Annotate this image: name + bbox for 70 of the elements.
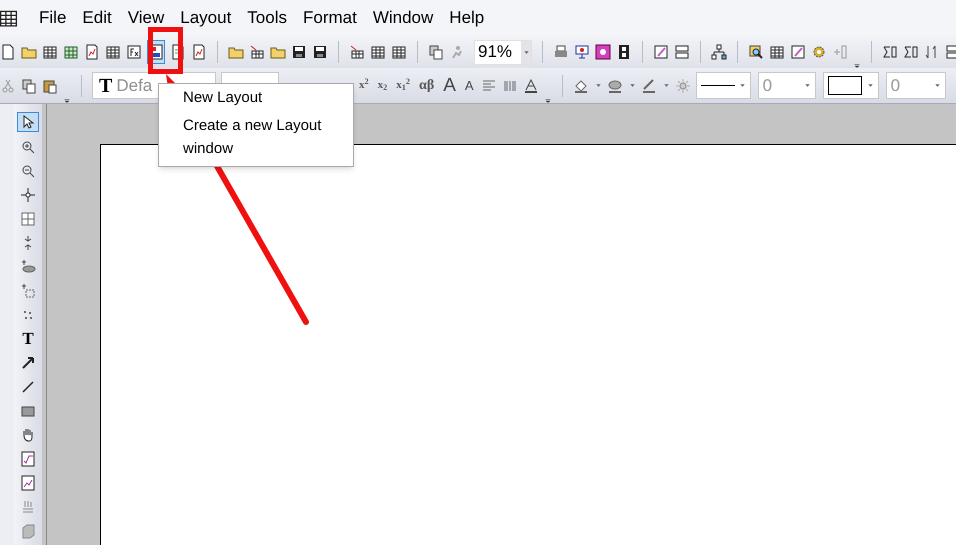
- pen-icon[interactable]: [640, 78, 657, 94]
- table-icon[interactable]: [105, 44, 121, 60]
- table-icon[interactable]: [769, 44, 785, 60]
- settings-icon[interactable]: [811, 44, 827, 60]
- copy-icon[interactable]: [21, 78, 37, 94]
- import-icon[interactable]: [249, 44, 265, 60]
- crosshair-icon[interactable]: [20, 186, 36, 204]
- search-icon[interactable]: [748, 44, 764, 60]
- sum-icon[interactable]: [903, 44, 919, 60]
- menu-item[interactable]: File: [31, 5, 74, 31]
- save-icon[interactable]: [291, 44, 307, 60]
- light-icon[interactable]: [674, 78, 691, 94]
- graph-icon[interactable]: [84, 44, 100, 60]
- print-icon[interactable]: [553, 44, 569, 60]
- rows-icon[interactable]: [674, 44, 690, 60]
- menu-item[interactable]: Help: [441, 5, 492, 31]
- table-icon[interactable]: [391, 44, 407, 60]
- pointer-tool[interactable]: [17, 112, 39, 132]
- dropdown-arrow-icon[interactable]: [738, 82, 746, 89]
- menu-item[interactable]: Layout: [172, 5, 240, 31]
- format-button[interactable]: αβ: [417, 78, 436, 92]
- pattern-icon[interactable]: [606, 78, 623, 94]
- import-icon[interactable]: [349, 44, 365, 60]
- dropdown-arrow-icon[interactable]: [934, 82, 941, 89]
- dropdown-arrow-icon[interactable]: [594, 82, 602, 89]
- dropdown-arrow-icon[interactable]: [804, 82, 811, 89]
- image-icon[interactable]: [595, 44, 611, 60]
- dropdown-arrow-icon[interactable]: [523, 48, 530, 56]
- function-icon[interactable]: [126, 44, 142, 60]
- format-button[interactable]: x$^{2}$: [357, 80, 371, 91]
- dropdown-arrow-icon[interactable]: [866, 82, 874, 89]
- graph-icon[interactable]: [191, 44, 207, 60]
- edit-icon[interactable]: [790, 44, 806, 60]
- table-icon[interactable]: [42, 44, 58, 60]
- highlight-frame: [148, 27, 183, 74]
- format-button[interactable]: A: [462, 79, 476, 92]
- font-color-icon[interactable]: [522, 78, 539, 94]
- fill-color-icon[interactable]: [572, 78, 589, 94]
- menu-item[interactable]: Tools: [239, 5, 295, 31]
- border-color-dropdown[interactable]: [822, 72, 879, 99]
- table-icon[interactable]: [370, 44, 386, 60]
- menu-item[interactable]: Format: [294, 5, 365, 31]
- text-tool[interactable]: T: [22, 330, 34, 348]
- dropdown-arrow-icon[interactable]: [662, 82, 670, 89]
- graph-icon[interactable]: [20, 474, 36, 492]
- formula-icon[interactable]: [20, 450, 36, 468]
- format-button[interactable]: x$_{2}$: [376, 80, 390, 91]
- line-style-dropdown[interactable]: [696, 72, 751, 99]
- grid-icon[interactable]: [20, 210, 36, 228]
- font-type-glyph: T: [99, 76, 112, 96]
- presentation-icon[interactable]: [574, 44, 590, 60]
- table-icon[interactable]: [63, 44, 79, 60]
- edit-icon[interactable]: [653, 44, 669, 60]
- align-icon[interactable]: [480, 78, 497, 94]
- film-icon[interactable]: [616, 44, 632, 60]
- dropdown-arrow-icon[interactable]: [628, 82, 636, 89]
- hierarchy-icon[interactable]: [711, 44, 727, 60]
- menu-item[interactable]: Edit: [74, 5, 120, 31]
- new-file-icon[interactable]: [0, 44, 16, 60]
- copy-icon[interactable]: [428, 44, 444, 60]
- paste-icon[interactable]: [42, 78, 58, 94]
- menu-item[interactable]: View: [120, 5, 172, 31]
- block-icon[interactable]: [20, 522, 36, 540]
- sum-icon[interactable]: [882, 44, 898, 60]
- save-icon[interactable]: [312, 44, 328, 60]
- zoom-dropdown[interactable]: 91%: [474, 40, 532, 64]
- region-icon[interactable]: [20, 282, 36, 300]
- tooltip-description: Create a new Layout window: [183, 116, 322, 159]
- menu-item[interactable]: Window: [364, 5, 442, 31]
- format-button[interactable]: A: [441, 76, 458, 95]
